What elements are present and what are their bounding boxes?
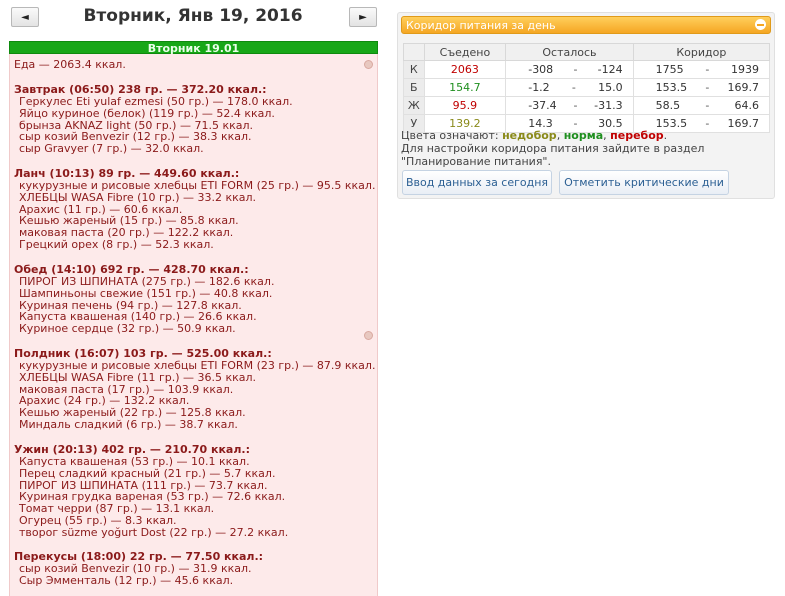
eaten-value: 95.9: [423, 96, 507, 115]
range-dash: -: [705, 99, 710, 112]
corridor-min: 1755: [655, 63, 684, 76]
food-total: Еда — 2063.4 ккал.: [14, 58, 126, 71]
corridor-min: 153.5: [655, 81, 688, 94]
meal-item: ХЛЕБЦЫ WASA Fibre (10 гр.) — 33.2 ккал.: [19, 190, 257, 204]
meal-item: ХЛЕБЦЫ WASA Fibre (11 гр.) — 36.5 ккал.: [19, 370, 257, 384]
mark-critical-days-button[interactable]: Отметить критические дни: [559, 170, 729, 195]
corridor-max: 64.6: [734, 99, 759, 112]
prev-day-button[interactable]: ◄: [11, 7, 39, 27]
range-dash: -: [705, 63, 710, 76]
day-body: Еда — 2063.4 ккал. Завтрак (06:50) 238 г…: [9, 54, 378, 596]
corridor-range: 1755 - 1939: [632, 60, 771, 79]
meal-block: Полдник (16:07) 103 гр. — 525.00 ккал.: к…: [14, 347, 375, 431]
meal-block: Перекусы (18:00) 22 гр. — 77.50 ккал.: сы…: [14, 550, 263, 587]
eaten-value: 154.7: [423, 78, 507, 97]
column-header-eaten: Съедено: [423, 43, 507, 61]
meal-item: Грецкий орех (8 гр.) — 52.3 ккал.: [19, 237, 214, 251]
enter-today-data-button[interactable]: Ввод данных за сегодня: [402, 170, 552, 195]
meal-item: Яйцо куриное (белок) (119 гр.) — 52.4 кк…: [19, 106, 275, 120]
corridor-min: 58.5: [655, 99, 681, 112]
remaining-min: -308: [528, 63, 554, 76]
meal-item: Куриное сердце (32 гр.) — 50.9 ккал.: [19, 322, 236, 336]
eaten-value: 2063: [423, 60, 507, 79]
remaining-min: -1.2: [528, 81, 550, 94]
column-header-remaining: Осталось: [505, 43, 634, 61]
corridor-max: 169.7: [727, 81, 759, 94]
date-navigation: ◄ Вторник, Янв 19, 2016 ►: [0, 0, 386, 38]
row-label: Ж: [403, 96, 425, 115]
row-label: Б: [403, 78, 425, 97]
corridor-range: 58.5 - 64.6: [632, 96, 771, 115]
legend-under: недобор: [502, 129, 557, 142]
meal-item: Перец сладкий красный (21 гр.) — 5.7 кка…: [19, 466, 276, 480]
column-header-corridor: Коридор: [632, 43, 771, 61]
corridor-row: К 2063 -308 - -124 1755 - 1939: [403, 60, 771, 79]
remaining-max: 15.0: [598, 81, 623, 94]
column-header-label: [403, 43, 425, 61]
remaining-max: -31.3: [594, 99, 623, 112]
pin-icon[interactable]: [364, 331, 373, 340]
corridor-panel: Коридор питания за день Съедено Осталось…: [397, 12, 775, 199]
date-title: Вторник, Янв 19, 2016: [83, 6, 303, 26]
arrow-right-icon: ►: [359, 11, 367, 23]
remaining-range: -1.2 - 15.0: [505, 78, 634, 97]
range-dash: -: [573, 63, 578, 76]
corridor-max: 1939: [730, 63, 759, 76]
remaining-max: -124: [597, 63, 623, 76]
meal-block: Завтрак (06:50) 238 гр. — 372.20 ккал.: Г…: [14, 83, 293, 155]
range-dash: -: [573, 99, 578, 112]
day-header: Вторник 19.01: [9, 41, 378, 55]
arrow-left-icon: ◄: [21, 11, 29, 23]
range-dash: -: [571, 81, 576, 94]
pin-icon[interactable]: [364, 60, 373, 69]
legend-sep: ,: [556, 129, 564, 142]
meal-block: Ланч (10:13) 89 гр. — 449.60 ккал.: кукур…: [14, 167, 375, 251]
settings-hint: Для настройки коридора питания зайдите в…: [401, 142, 705, 155]
corridor-table: Съедено Осталось Коридор К 2063 -308 - -124 1…: [403, 43, 771, 133]
remaining-range: -37.4 - -31.3: [505, 96, 634, 115]
meal-block: Обед (14:10) 692 гр. — 428.70 ккал.: ПИРО…: [14, 263, 274, 335]
color-legend: Цвета означают: недобор, норма, перебор.…: [401, 129, 771, 168]
panel-title: Коридор питания за день: [406, 19, 556, 32]
meal-item: Миндаль сладкий (6 гр.) — 38.7 ккал.: [19, 417, 238, 431]
corridor-range: 153.5 - 169.7: [632, 78, 771, 97]
legend-end: .: [663, 129, 668, 142]
range-dash: -: [705, 81, 710, 94]
meal-item: Шампиньоны свежие (151 гр.) — 40.8 ккал.: [19, 286, 273, 300]
corridor-row: Б 154.7 -1.2 - 15.0 153.5 - 169.7: [403, 78, 771, 97]
meal-item: сыр Gravyer (7 гр.) — 32.0 ккал.: [19, 142, 204, 156]
meal-item: творог süzme yoğurt Dost (22 гр.) — 27.2…: [19, 525, 289, 539]
meal-item: Огурец (55 гр.) — 8.3 ккал.: [19, 513, 177, 527]
corridor-row: Ж 95.9 -37.4 - -31.3 58.5 - 64.6: [403, 96, 771, 115]
settings-hint-section: "Планирование питания".: [401, 155, 551, 168]
collapse-icon[interactable]: [755, 19, 766, 30]
legend-over: перебор: [610, 129, 664, 142]
meal-block: Ужин (20:13) 402 гр. — 210.70 ккал.: Капу…: [14, 443, 288, 539]
remaining-min: -37.4: [528, 99, 557, 112]
diary-column: ◄ Вторник, Янв 19, 2016 ► Вторник 19.01 …: [0, 0, 386, 596]
legend-norm: норма: [563, 129, 604, 142]
panel-header: Коридор питания за день: [401, 16, 771, 34]
next-day-button[interactable]: ►: [349, 7, 377, 27]
remaining-range: -308 - -124: [505, 60, 634, 79]
row-label: К: [403, 60, 425, 79]
meal-item: Сыр Эмменталь (12 гр.) — 45.6 ккал.: [19, 573, 234, 587]
legend-prefix: Цвета означают:: [401, 129, 503, 142]
